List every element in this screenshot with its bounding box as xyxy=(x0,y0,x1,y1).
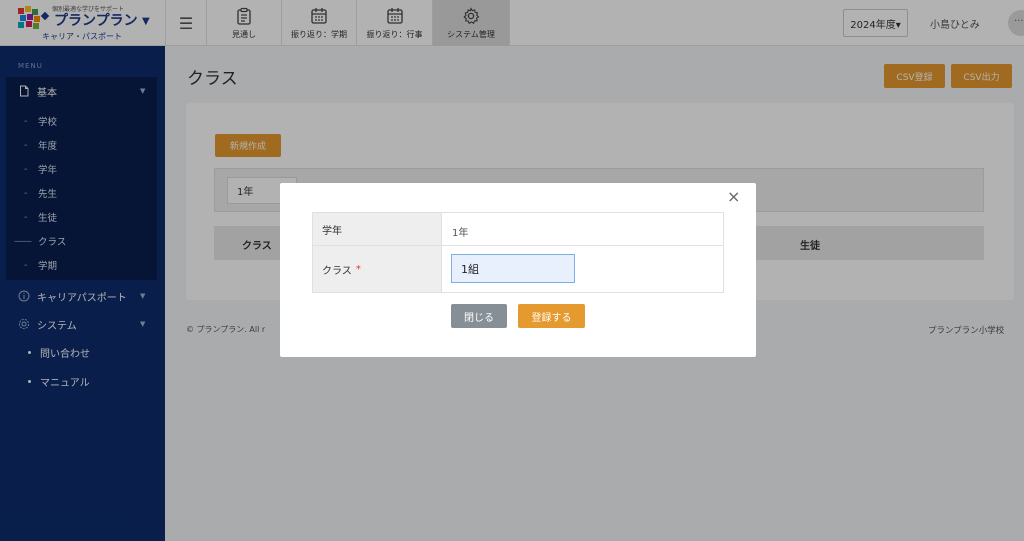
class-edit-modal: × 学年 1年 クラス* 閉じる 登録する xyxy=(280,183,756,357)
form-row-class: クラス * xyxy=(313,246,723,292)
close-button[interactable]: 閉じる xyxy=(451,304,507,328)
grade-label-text: 学年 xyxy=(322,225,342,237)
register-button[interactable]: 登録する xyxy=(518,304,585,328)
required-mark: * xyxy=(355,263,361,275)
grade-label: 学年 xyxy=(313,213,442,245)
close-icon[interactable]: × xyxy=(727,189,740,205)
form-row-grade: 学年 1年 xyxy=(313,213,723,246)
class-label: クラス * xyxy=(313,246,442,292)
class-label-text: クラス xyxy=(322,265,352,277)
class-name-input[interactable] xyxy=(451,254,575,283)
form-table: 学年 1年 クラス * xyxy=(312,212,724,293)
grade-value: 1年 xyxy=(452,228,469,239)
